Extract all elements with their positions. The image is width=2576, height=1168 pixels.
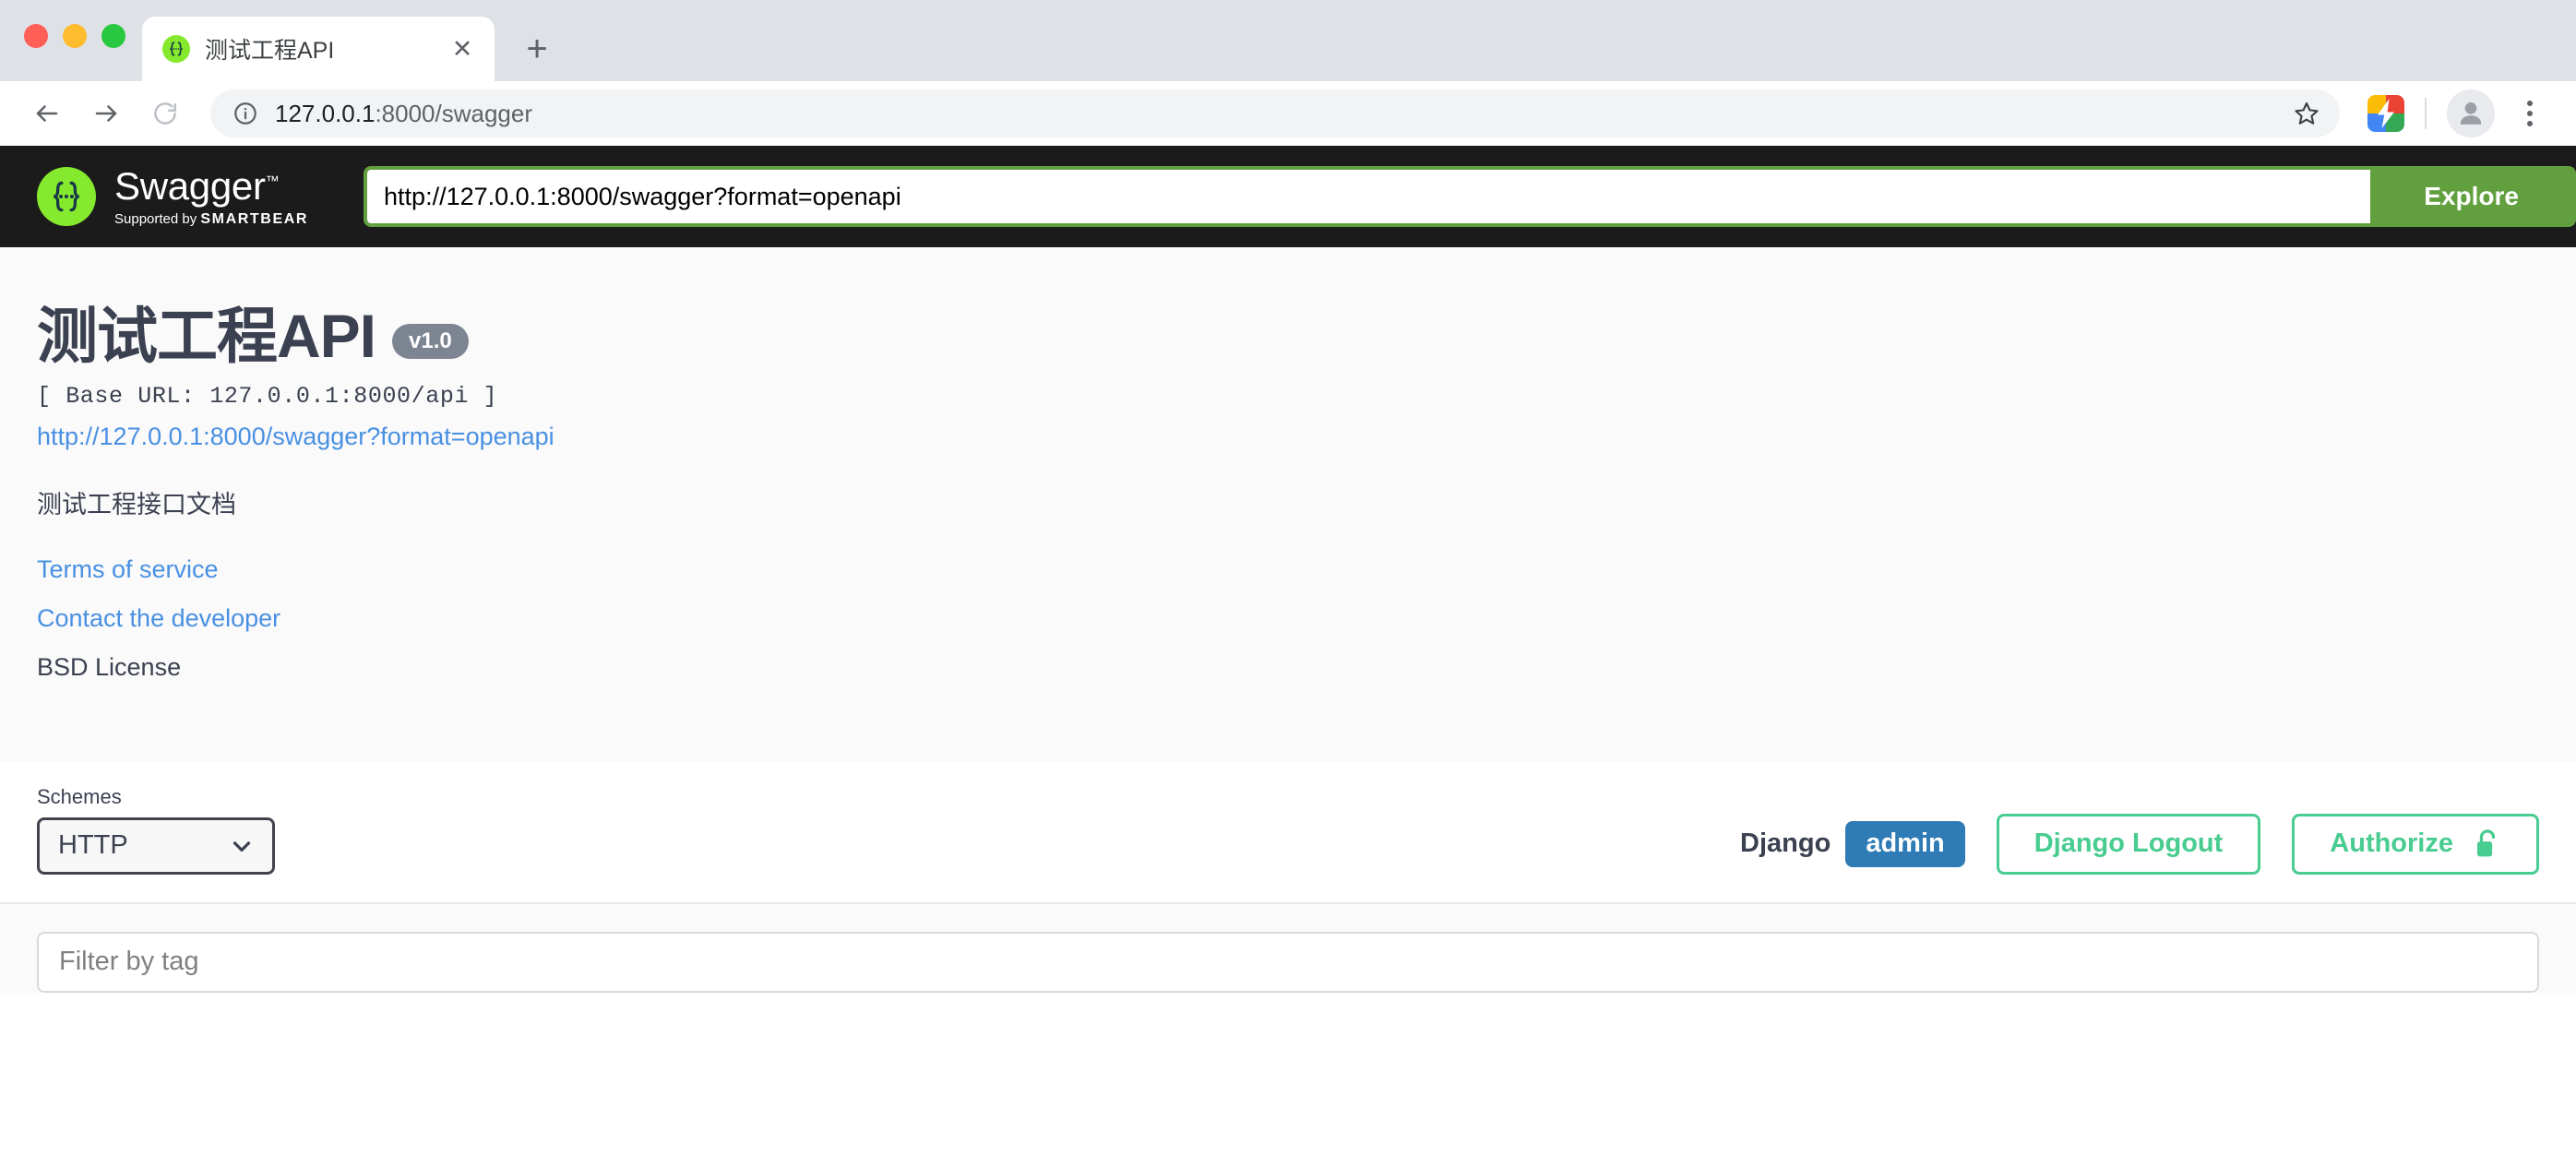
explore-button[interactable]: Explore [2370,170,2572,223]
info-circle-icon[interactable] [233,101,258,126]
bookmark-star-icon[interactable] [2284,91,2329,136]
address-bar-url: 127.0.0.1:8000/swagger [275,100,2268,128]
schemes-label: Schemes [37,784,122,808]
authorize-label: Authorize [2330,828,2453,859]
schemes-block: Schemes HTTP [37,785,275,875]
schemes-select[interactable]: HTTP [37,816,275,875]
swagger-braces-icon [37,167,96,226]
kebab-menu-icon[interactable] [2508,91,2552,136]
address-bar-host: 127.0.0.1 [275,99,376,127]
api-info-section: 测试工程API v1.0 [ Base URL: 127.0.0.1:8000/… [0,247,2576,761]
swagger-braces-icon [162,35,190,63]
api-title-row: 测试工程API v1.0 [37,304,2539,368]
address-bar-path: :8000/swagger [375,99,532,127]
filter-by-tag-input[interactable] [37,931,2539,993]
django-logout-label: Django Logout [2033,828,2224,859]
contact-developer-link[interactable]: Contact the developer [37,604,2539,633]
authorize-button[interactable]: Authorize [2292,813,2539,875]
close-icon[interactable]: ✕ [447,33,478,65]
license-label: BSD License [37,652,182,681]
schemes-selected-value: HTTP [58,830,128,861]
browser-tab-title: 测试工程API [205,38,335,64]
auth-block: Django admin Django Logout Authorize [1740,813,2539,875]
django-username-badge: admin [1845,820,1965,867]
swagger-explore-form: Explore [364,146,2576,247]
browser-tab[interactable]: 测试工程API ✕ [142,17,495,81]
browser-chrome: 测试工程API ✕ + 127.0.0.1:8000/swagger [0,0,2576,146]
reload-icon[interactable] [138,87,192,140]
openapi-spec-link[interactable]: http://127.0.0.1:8000/swagger?format=ope… [37,423,555,451]
swagger-topbar: Swagger™ Supported by SMARTBEAR Explore [0,146,2576,247]
plus-icon[interactable]: + [511,23,563,75]
api-description: 测试工程接口文档 [37,491,236,519]
chevron-down-icon [228,832,256,860]
arrow-right-icon[interactable] [79,87,133,140]
browser-toolbar: 127.0.0.1:8000/swagger [0,81,2576,146]
api-version-badge: v1.0 [392,323,469,359]
maximize-window-button[interactable] [101,24,125,48]
terms-of-service-link[interactable]: Terms of service [37,555,2539,584]
swagger-wordmark-text: Swagger™ [114,163,280,208]
swagger-wordmark: Swagger™ Supported by SMARTBEAR [114,163,309,227]
django-label: Django [1740,828,1831,859]
window-traffic-lights [24,24,125,48]
api-meta-links: Terms of service Contact the developer B… [37,555,2539,682]
filter-section [0,903,2576,993]
close-window-button[interactable] [24,24,48,48]
django-logout-button[interactable]: Django Logout [1996,813,2261,875]
unlocked-padlock-icon [2474,828,2501,860]
toolbar-divider [2425,98,2427,129]
profile-avatar-icon[interactable] [2447,89,2495,137]
swagger-supported-by: Supported by SMARTBEAR [114,210,309,227]
page-title: 测试工程API [37,302,376,370]
address-bar[interactable]: 127.0.0.1:8000/swagger [210,89,2340,137]
arrow-left-icon[interactable] [20,87,74,140]
django-user-info: Django admin [1740,820,1965,867]
swagger-logo[interactable]: Swagger™ Supported by SMARTBEAR [37,163,309,227]
minimize-window-button[interactable] [63,24,87,48]
tab-strip: 测试工程API ✕ + [0,0,2576,81]
google-lightning-extension-icon[interactable] [2367,95,2404,132]
explore-url-wrapper: Explore [364,166,2576,227]
explore-url-input[interactable] [367,170,2371,223]
schemes-auth-row: Schemes HTTP Django admin Django Logout … [0,760,2576,904]
api-base-url: [ Base URL: 127.0.0.1:8000/api ] [37,383,498,411]
